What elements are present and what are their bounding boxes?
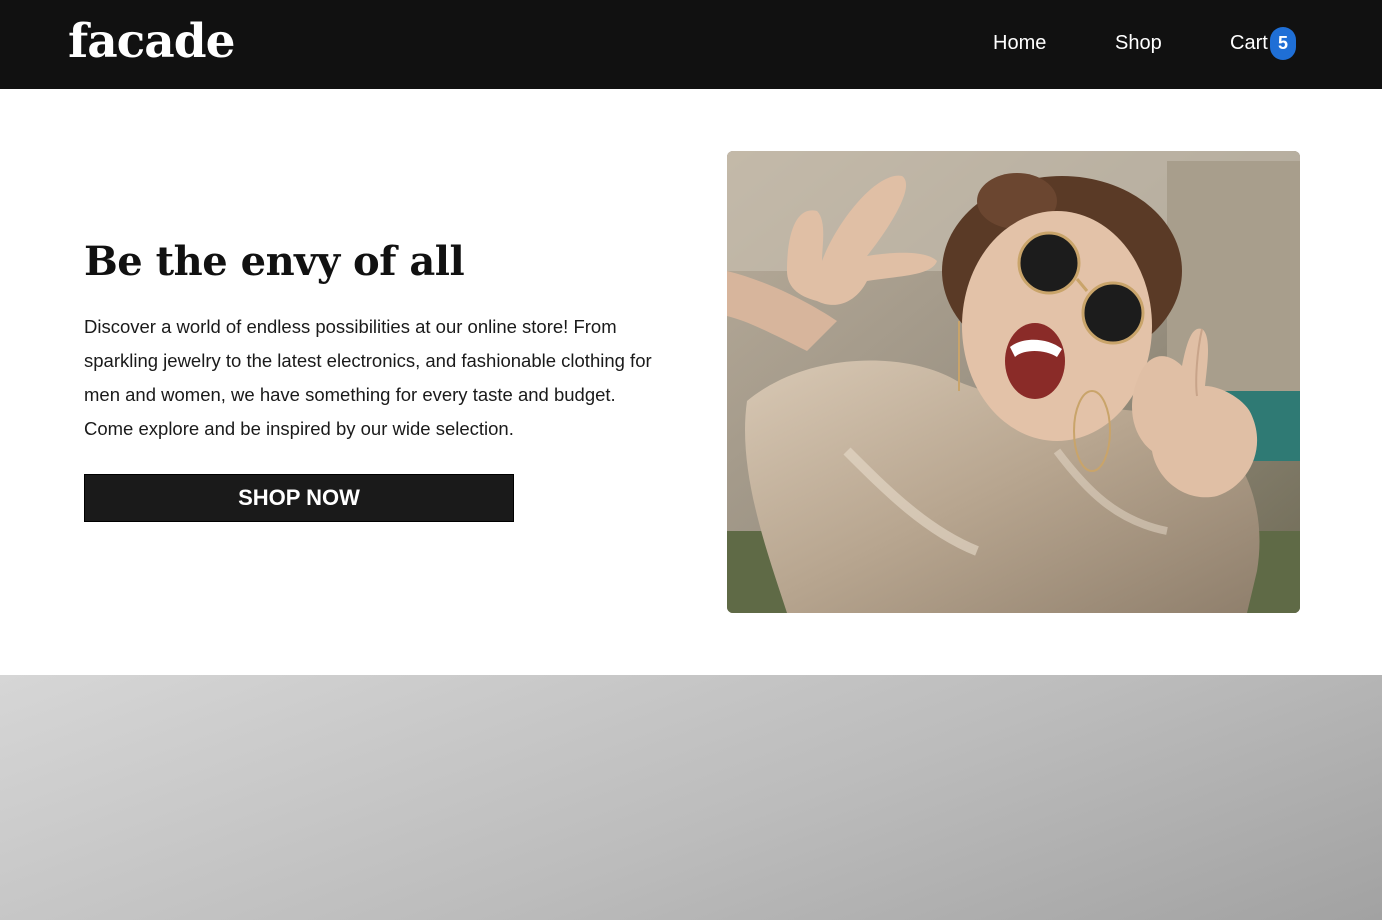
hero-description: Discover a world of endless possibilitie… (84, 316, 652, 439)
nav-link-cart[interactable]: Cart (1230, 30, 1268, 56)
bottom-gradient-section (0, 675, 1382, 920)
hero-photo-illustration (727, 151, 1300, 613)
hero-title: Be the envy of all (84, 238, 465, 285)
hero-image (727, 151, 1300, 613)
cart-count-badge[interactable]: 5 (1270, 27, 1296, 60)
nav-link-home[interactable]: Home (993, 30, 1046, 56)
nav-link-shop[interactable]: Shop (1115, 30, 1162, 56)
brand-logo[interactable]: facade (68, 14, 236, 70)
hero-text: Be the envy of all Discover a world of e… (84, 234, 654, 446)
navbar: facade Home Shop Cart 5 (0, 0, 1382, 89)
shop-now-button[interactable]: SHOP NOW (84, 474, 514, 522)
